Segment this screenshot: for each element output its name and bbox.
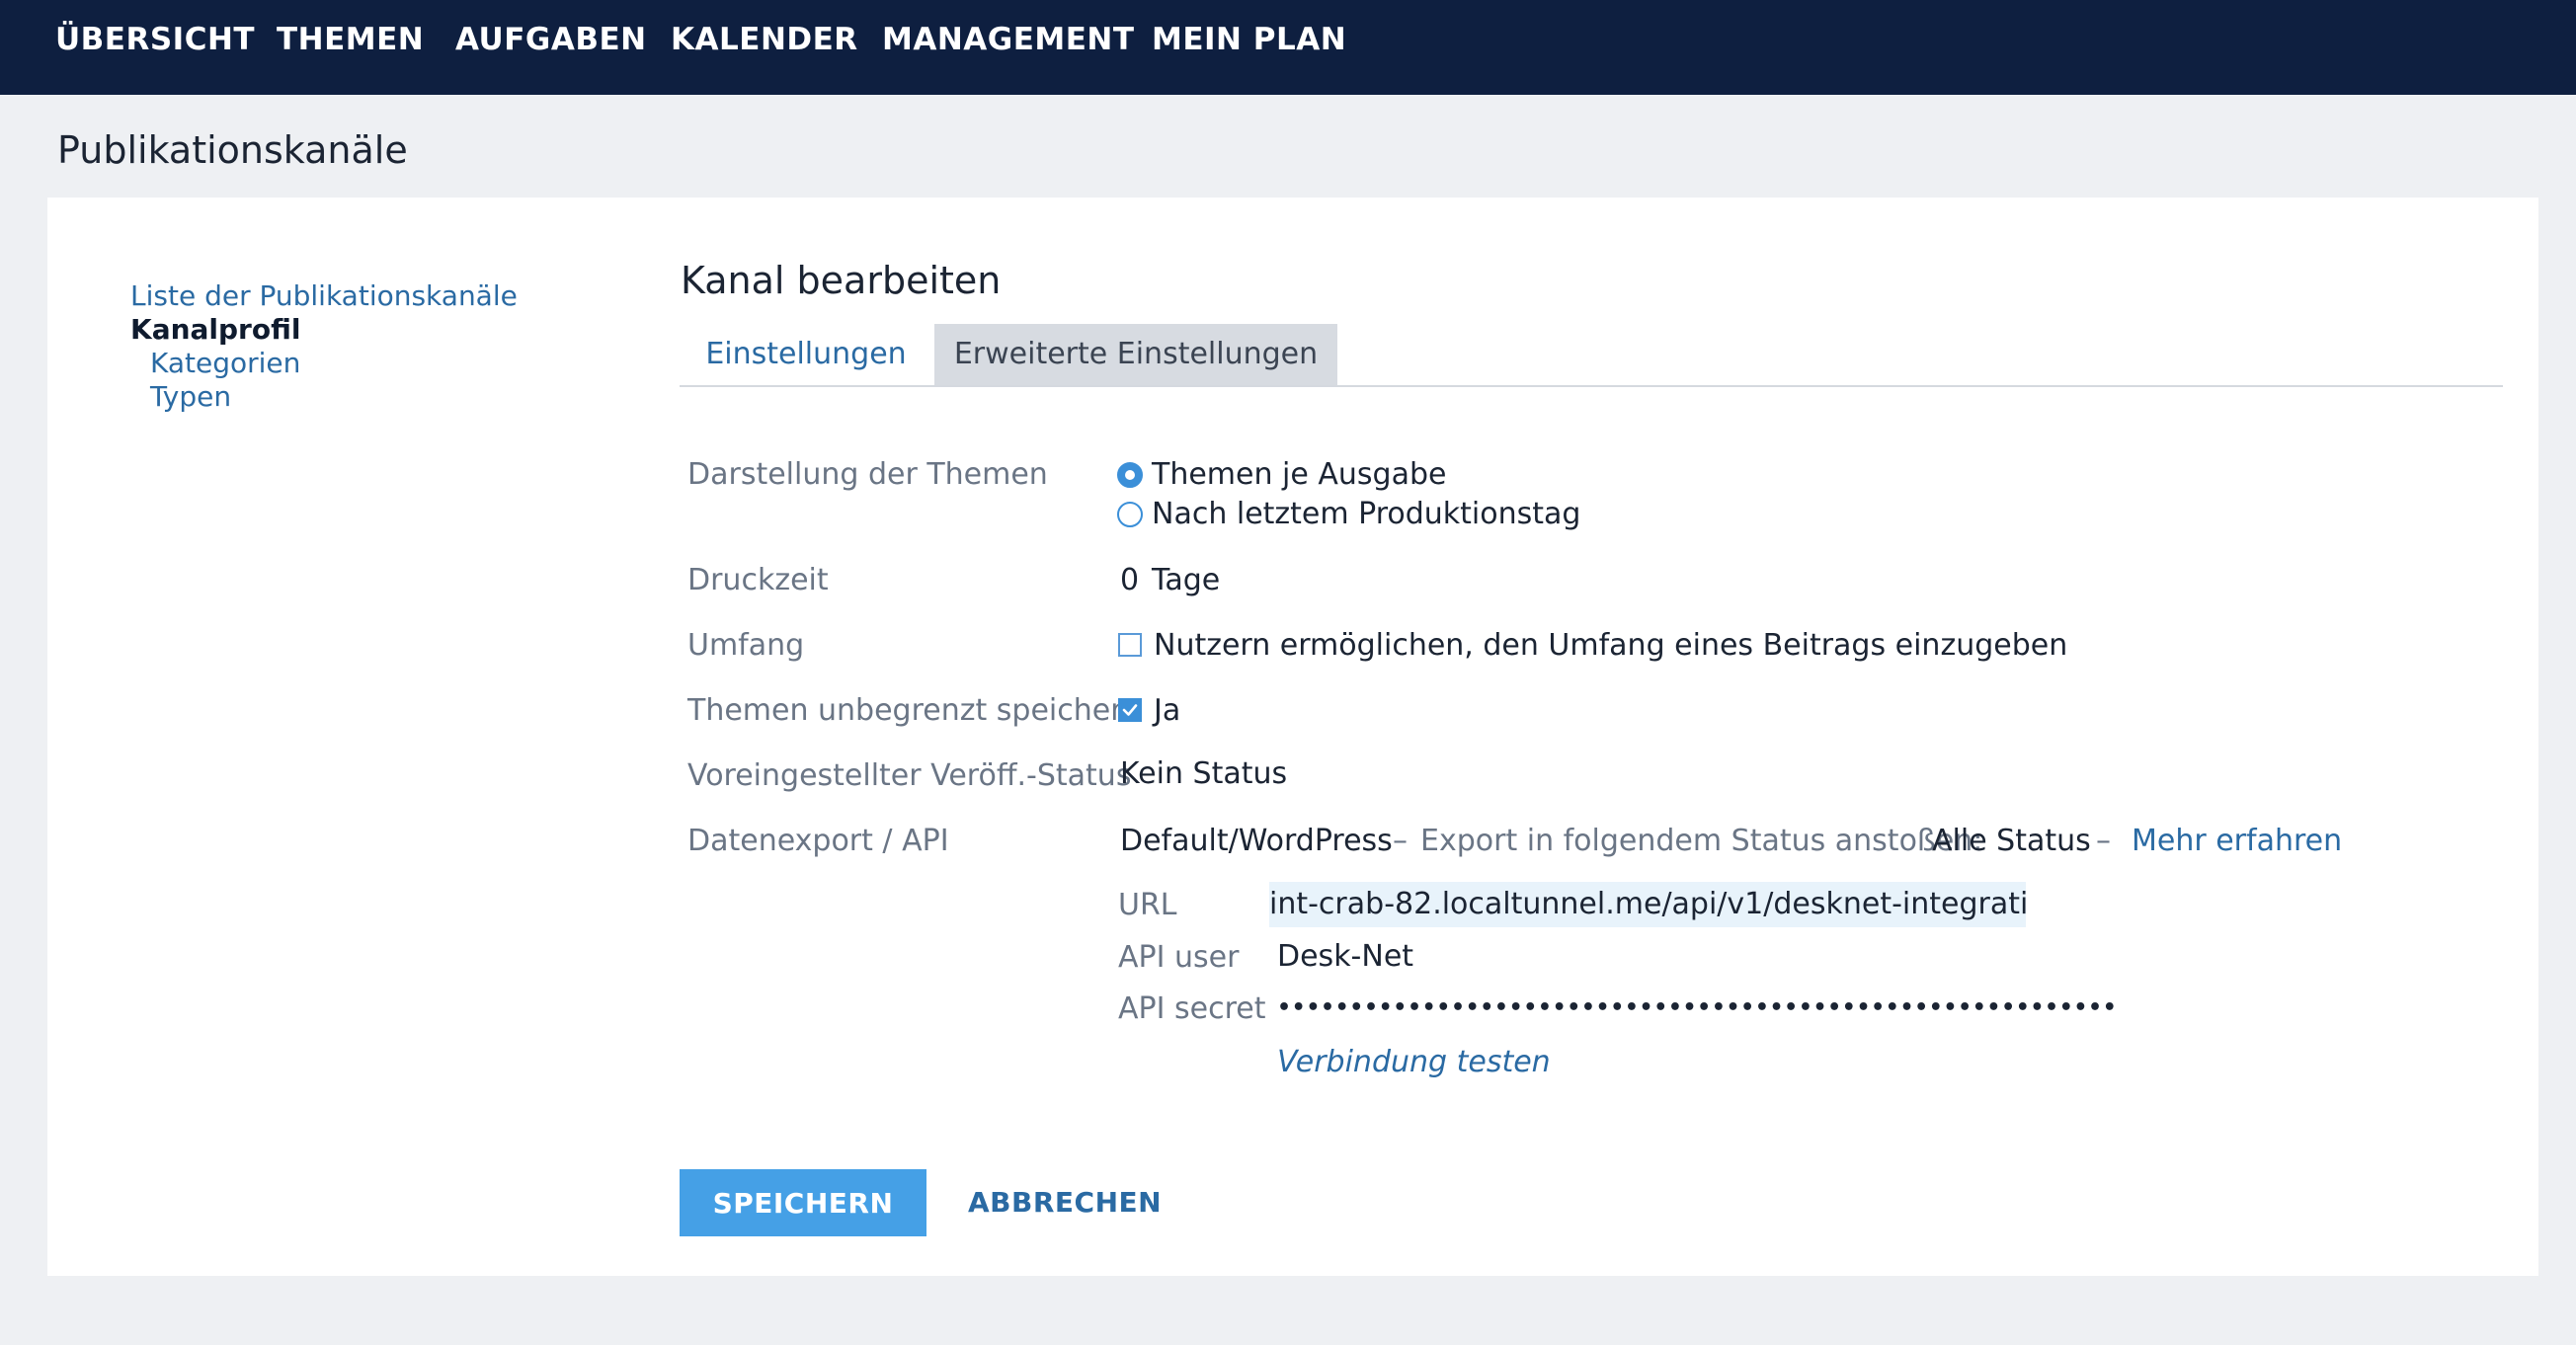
url-label: URL — [1118, 888, 1177, 922]
sidebar-item-channel-profile[interactable]: Kanalprofil — [130, 313, 300, 346]
unbegrenzt-label: Themen unbegrenzt speichern — [687, 693, 1142, 728]
api-user-label: API user — [1118, 940, 1240, 975]
checkmark-icon — [1122, 704, 1138, 716]
api-secret-label: API secret — [1118, 991, 1266, 1026]
radio-themen-je-ausgabe[interactable] — [1117, 462, 1143, 488]
radio-themen-je-ausgabe-label[interactable]: Themen je Ausgabe — [1152, 457, 1446, 492]
sidebar-item-channel-list[interactable]: Liste der Publikationskanäle — [130, 279, 518, 312]
unbegrenzt-checkbox-label[interactable]: Ja — [1154, 693, 1180, 728]
save-button[interactable]: SPEICHERN — [680, 1169, 926, 1236]
radio-letzter-produktionstag[interactable] — [1117, 502, 1143, 527]
page-title: Publikationskanäle — [57, 128, 408, 172]
druckzeit-value[interactable]: 0 — [1120, 563, 1139, 597]
nav-item-mein-plan[interactable]: MEIN PLAN — [1152, 22, 1346, 57]
status-value[interactable]: Kein Status — [1120, 756, 1287, 791]
nav-item-uebersicht[interactable]: ÜBERSICHT — [55, 22, 255, 57]
export-label: Datenexport / API — [687, 824, 949, 858]
radio-letzter-produktionstag-label[interactable]: Nach letztem Produktionstag — [1152, 497, 1580, 531]
tab-advanced-settings[interactable]: Erweiterte Einstellungen — [934, 324, 1337, 385]
umfang-checkbox[interactable] — [1118, 633, 1142, 657]
api-secret-input[interactable]: ••••••••••••••••••••••••••••••••••••••••… — [1277, 986, 2117, 1031]
umfang-checkbox-label[interactable]: Nutzern ermöglichen, den Umfang eines Be… — [1154, 628, 2067, 663]
druckzeit-label: Druckzeit — [687, 563, 829, 597]
nav-item-kalender[interactable]: KALENDER — [671, 22, 858, 57]
darstellung-label: Darstellung der Themen — [687, 457, 1048, 492]
nav-item-management[interactable]: MANAGEMENT — [882, 22, 1135, 57]
tab-settings[interactable]: Einstellungen — [680, 324, 932, 385]
status-label: Voreingestellter Veröff.-Status — [687, 758, 1132, 793]
umfang-label: Umfang — [687, 628, 805, 663]
api-user-input[interactable]: Desk-Net — [1277, 934, 1413, 980]
nav-item-aufgaben[interactable]: AUFGABEN — [455, 22, 647, 57]
unbegrenzt-checkbox[interactable] — [1118, 698, 1142, 722]
tab-bar: Einstellungen Erweiterte Einstellungen — [680, 324, 2503, 387]
export-trigger-value[interactable]: Alle Status — [1932, 824, 2091, 858]
section-title: Kanal bearbeiten — [681, 259, 1002, 302]
more-info-link[interactable]: Mehr erfahren — [2132, 824, 2342, 858]
url-input[interactable]: int-crab-82.localtunnel.me/api/v1/deskne… — [1269, 882, 2026, 927]
druckzeit-unit: Tage — [1152, 563, 1221, 597]
sidebar-item-types[interactable]: Typen — [150, 380, 231, 413]
export-separator-2: – — [2096, 824, 2111, 858]
cancel-button[interactable]: ABBRECHEN — [968, 1169, 1162, 1236]
export-value[interactable]: Default/WordPress — [1120, 824, 1393, 858]
export-separator: – — [1393, 824, 1408, 858]
top-navigation: ÜBERSICHT THEMEN AUFGABEN KALENDER MANAG… — [0, 0, 2576, 95]
sidebar-item-categories[interactable]: Kategorien — [150, 347, 300, 379]
nav-item-themen[interactable]: THEMEN — [277, 22, 424, 57]
test-connection-link[interactable]: Verbindung testen — [1277, 1045, 1551, 1079]
export-trigger-text: Export in folgendem Status anstoßen: — [1420, 824, 1983, 858]
